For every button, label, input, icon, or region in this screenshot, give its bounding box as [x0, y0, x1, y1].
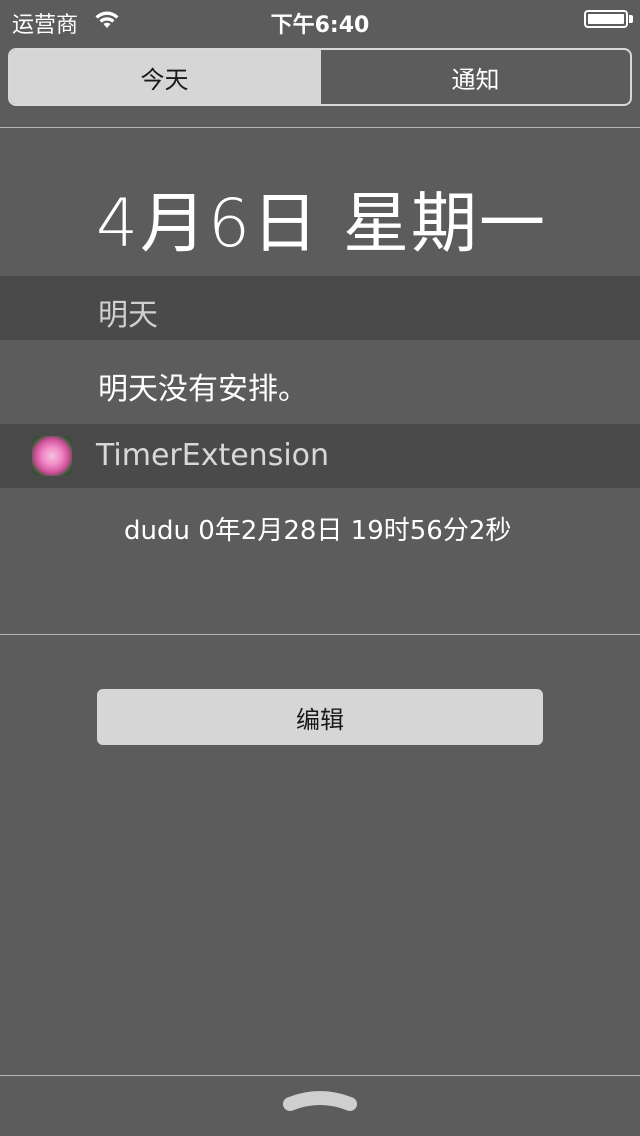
tomorrow-header-label: 明天 — [98, 298, 158, 333]
tomorrow-summary: 明天没有安排。 — [98, 372, 308, 407]
chevron-up-handle-icon[interactable] — [0, 1090, 640, 1120]
battery-fill — [588, 14, 624, 24]
battery-tip — [629, 15, 633, 23]
tomorrow-section-header: 明天 — [0, 276, 640, 340]
battery-icon — [584, 10, 628, 28]
clock: 下午6:40 — [270, 13, 370, 38]
extension-title: TimerExtension — [96, 438, 330, 473]
divider-bottom — [0, 634, 640, 635]
status-bar: 运营商 下午6:40 — [0, 0, 640, 40]
tab-notifications[interactable]: 通知 — [319, 50, 630, 104]
tab-today[interactable]: 今天 — [10, 50, 319, 104]
date-title: 4月6日 星期一 — [96, 185, 547, 262]
rose-app-icon — [32, 436, 72, 476]
timer-readout: dudu 0年2月28日 19时56分2秒 — [124, 516, 512, 546]
edit-button[interactable]: 编辑 — [97, 689, 543, 745]
extension-header[interactable]: TimerExtension — [0, 424, 640, 488]
view-segmented-control[interactable]: 今天 通知 — [8, 48, 632, 106]
divider-top — [0, 127, 640, 128]
background-blur-text — [30, 146, 39, 186]
divider-footer — [0, 1075, 640, 1076]
